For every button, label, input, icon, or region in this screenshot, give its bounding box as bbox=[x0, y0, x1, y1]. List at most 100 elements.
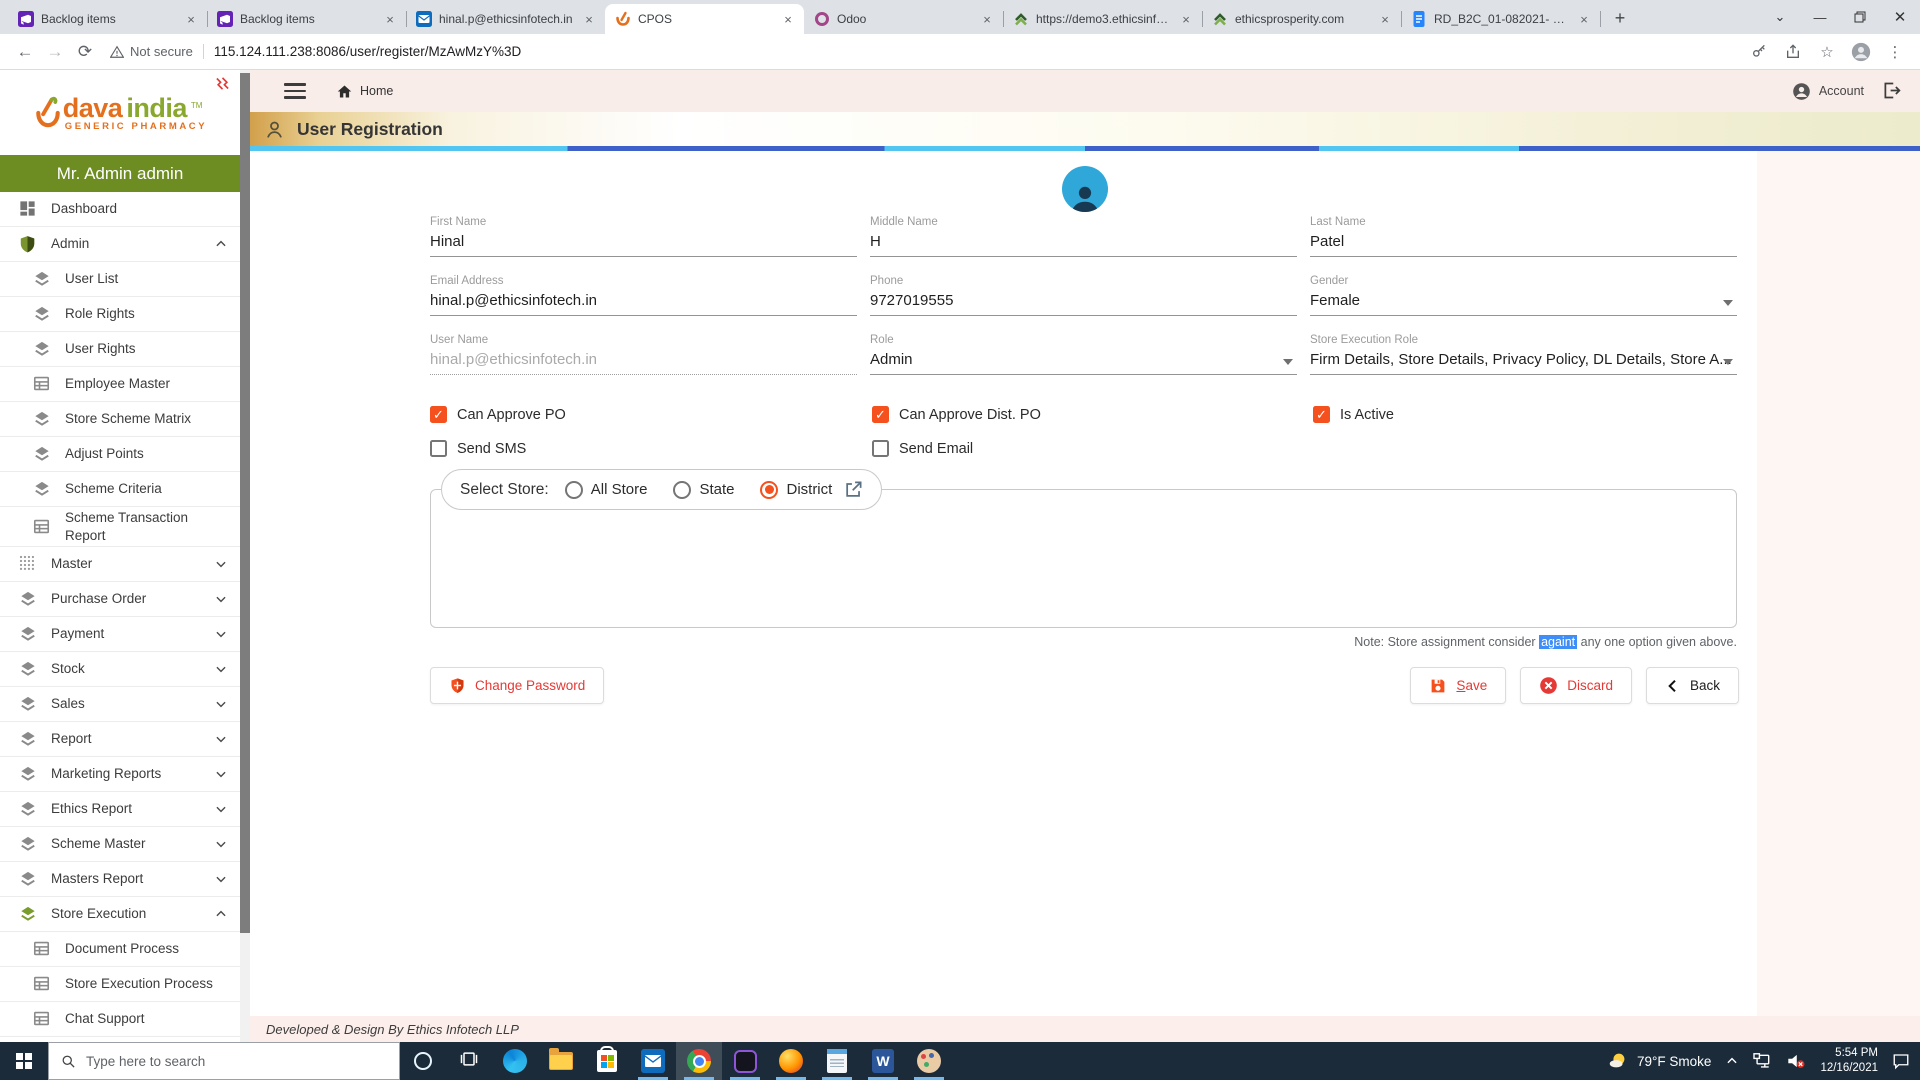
taskbar-app-taskview[interactable] bbox=[446, 1042, 492, 1080]
checkbox-send-email[interactable]: Send Email bbox=[872, 440, 973, 457]
sidebar-item-user-rights[interactable]: User Rights bbox=[0, 332, 240, 367]
weather-widget[interactable]: 79°F Smoke bbox=[1607, 1050, 1711, 1072]
browser-tab-2[interactable]: Backlog items × bbox=[207, 4, 407, 34]
taskbar-app-chrome[interactable] bbox=[676, 1042, 722, 1080]
field-value[interactable]: 9727019555 bbox=[870, 292, 1297, 316]
sidebar-item-ethics-report[interactable]: Ethics Report bbox=[0, 792, 240, 828]
url-text[interactable]: 115.124.111.238:8086/user/register/MzAwM… bbox=[204, 44, 521, 59]
field-value[interactable]: hinal.p@ethicsinfotech.in bbox=[430, 351, 857, 375]
taskbar-search[interactable]: Type here to search bbox=[48, 1042, 400, 1080]
taskbar-app-explorer[interactable] bbox=[538, 1042, 584, 1080]
logout-icon[interactable] bbox=[1881, 80, 1902, 106]
account-menu[interactable]: Account bbox=[1792, 82, 1864, 101]
tab-close-icon[interactable]: × bbox=[780, 11, 796, 27]
bookmark-star-icon[interactable]: ☆ bbox=[1812, 37, 1842, 67]
profile-photo-avatar[interactable] bbox=[1062, 166, 1108, 212]
sidebar-item-marketing-reports[interactable]: Marketing Reports bbox=[0, 757, 240, 793]
start-button[interactable] bbox=[0, 1042, 48, 1080]
close-button[interactable]: ✕ bbox=[1880, 2, 1920, 32]
taskbar-app-paint[interactable] bbox=[906, 1042, 952, 1080]
sidebar-item-role-rights[interactable]: Role Rights bbox=[0, 297, 240, 332]
checkbox-can-approve-dist-po[interactable]: ✓ Can Approve Dist. PO bbox=[872, 406, 1041, 423]
field-email-address[interactable]: Email Address hinal.p@ethicsinfotech.in bbox=[430, 275, 857, 316]
sidebar-scrollbar-thumb[interactable] bbox=[240, 73, 250, 933]
browser-tab-3[interactable]: hinal.p@ethicsinfotech.in × bbox=[406, 4, 606, 34]
radio-icon[interactable] bbox=[673, 480, 692, 499]
radio-icon[interactable] bbox=[760, 480, 779, 499]
sidebar-item-user-list[interactable]: User List bbox=[0, 262, 240, 297]
taskbar-app-store[interactable] bbox=[584, 1042, 630, 1080]
tab-close-icon[interactable]: × bbox=[979, 11, 995, 27]
sidebar-item-report[interactable]: Report bbox=[0, 722, 240, 758]
new-tab-button[interactable]: + bbox=[1606, 4, 1634, 32]
checkbox-send-sms[interactable]: Send SMS bbox=[430, 440, 526, 457]
field-phone[interactable]: Phone 9727019555 bbox=[870, 275, 1297, 316]
sidebar-item-document-process[interactable]: Document Process bbox=[0, 932, 240, 968]
radio-all-store[interactable]: All Store bbox=[564, 480, 647, 499]
open-store-selector-icon[interactable] bbox=[844, 480, 863, 499]
forward-icon[interactable]: → bbox=[40, 37, 70, 67]
field-value[interactable]: H bbox=[870, 233, 1297, 257]
sidebar-item-employee-master[interactable]: Employee Master bbox=[0, 367, 240, 402]
menu-kebab-icon[interactable]: ⋮ bbox=[1880, 37, 1910, 67]
network-icon[interactable] bbox=[1753, 1052, 1772, 1070]
sidebar-item-scheme-criteria[interactable]: Scheme Criteria bbox=[0, 472, 240, 507]
tab-close-icon[interactable]: × bbox=[382, 11, 398, 27]
dropdown-arrow-icon[interactable] bbox=[1723, 300, 1733, 306]
home-link[interactable]: Home bbox=[336, 83, 393, 100]
hamburger-menu-icon[interactable] bbox=[284, 83, 306, 99]
field-store-execution-role[interactable]: Store Execution Role Firm Details, Store … bbox=[1310, 334, 1737, 375]
taskbar-app-cortana[interactable] bbox=[400, 1042, 446, 1080]
taskbar-app-mail[interactable] bbox=[630, 1042, 676, 1080]
taskbar-app-edge[interactable] bbox=[492, 1042, 538, 1080]
volume-muted-icon[interactable] bbox=[1786, 1052, 1806, 1070]
taskbar-app-notepad[interactable] bbox=[814, 1042, 860, 1080]
checkbox-icon[interactable] bbox=[872, 440, 889, 457]
sidebar-item-store-scheme-matrix[interactable]: Store Scheme Matrix bbox=[0, 402, 240, 437]
taskbar-app-firefox[interactable] bbox=[768, 1042, 814, 1080]
minimize-button[interactable]: — bbox=[1800, 2, 1840, 32]
radio-state[interactable]: State bbox=[673, 480, 734, 499]
field-last-name[interactable]: Last Name Patel bbox=[1310, 216, 1737, 257]
tab-close-icon[interactable]: × bbox=[1377, 11, 1393, 27]
tab-close-icon[interactable]: × bbox=[183, 11, 199, 27]
checkbox-icon[interactable]: ✓ bbox=[1313, 406, 1330, 423]
tab-close-icon[interactable]: × bbox=[1576, 11, 1592, 27]
radio-district[interactable]: District bbox=[760, 480, 832, 499]
radio-icon[interactable] bbox=[564, 480, 583, 499]
browser-tab-5[interactable]: Odoo × bbox=[804, 4, 1004, 34]
action-center-icon[interactable] bbox=[1892, 1052, 1910, 1070]
reload-icon[interactable]: ⟳ bbox=[70, 37, 100, 67]
share-icon[interactable] bbox=[1778, 37, 1808, 67]
sidebar-item-masters-report[interactable]: Masters Report bbox=[0, 862, 240, 898]
back-icon[interactable]: ← bbox=[10, 37, 40, 67]
address-bar[interactable]: Not secure 115.124.111.238:8086/user/reg… bbox=[110, 37, 1744, 67]
sidebar-item-master[interactable]: Master bbox=[0, 547, 240, 583]
restore-button[interactable] bbox=[1840, 2, 1880, 32]
field-value[interactable]: Female bbox=[1310, 292, 1737, 316]
sidebar-item-store-execution[interactable]: Store Execution bbox=[0, 897, 240, 933]
checkbox-icon[interactable]: ✓ bbox=[872, 406, 889, 423]
sidebar-scrollbar[interactable] bbox=[240, 70, 250, 1042]
field-middle-name[interactable]: Middle Name H bbox=[870, 216, 1297, 257]
checkbox-can-approve-po[interactable]: ✓ Can Approve PO bbox=[430, 406, 566, 423]
checkbox-icon[interactable]: ✓ bbox=[430, 406, 447, 423]
checkbox-icon[interactable] bbox=[430, 440, 447, 457]
field-value[interactable]: Firm Details, Store Details, Privacy Pol… bbox=[1310, 351, 1737, 375]
security-badge[interactable]: Not secure bbox=[110, 44, 204, 59]
sidebar-item-stock[interactable]: Stock bbox=[0, 652, 240, 688]
sidebar-item-purchase-order[interactable]: Purchase Order bbox=[0, 582, 240, 618]
field-value[interactable]: Hinal bbox=[430, 233, 857, 257]
sidebar-item-sales[interactable]: Sales bbox=[0, 687, 240, 723]
field-role[interactable]: Role Admin bbox=[870, 334, 1297, 375]
sidebar-item-store-execution-process[interactable]: Store Execution Process bbox=[0, 967, 240, 1003]
hidden-icons-chevron[interactable] bbox=[1725, 1054, 1739, 1068]
sidebar-item-admin[interactable]: Admin bbox=[0, 227, 240, 262]
save-button[interactable]: Save bbox=[1410, 667, 1507, 704]
sidebar-item-adjust-points[interactable]: Adjust Points bbox=[0, 437, 240, 472]
tab-close-icon[interactable]: × bbox=[1178, 11, 1194, 27]
browser-tab-8[interactable]: RD_B2C_01-082021- B2C A × bbox=[1401, 4, 1601, 34]
field-first-name[interactable]: First Name Hinal bbox=[430, 216, 857, 257]
browser-tab-6[interactable]: https://demo3.ethicsinfote × bbox=[1003, 4, 1203, 34]
sidebar-item-dashboard[interactable]: Dashboard bbox=[0, 192, 240, 227]
